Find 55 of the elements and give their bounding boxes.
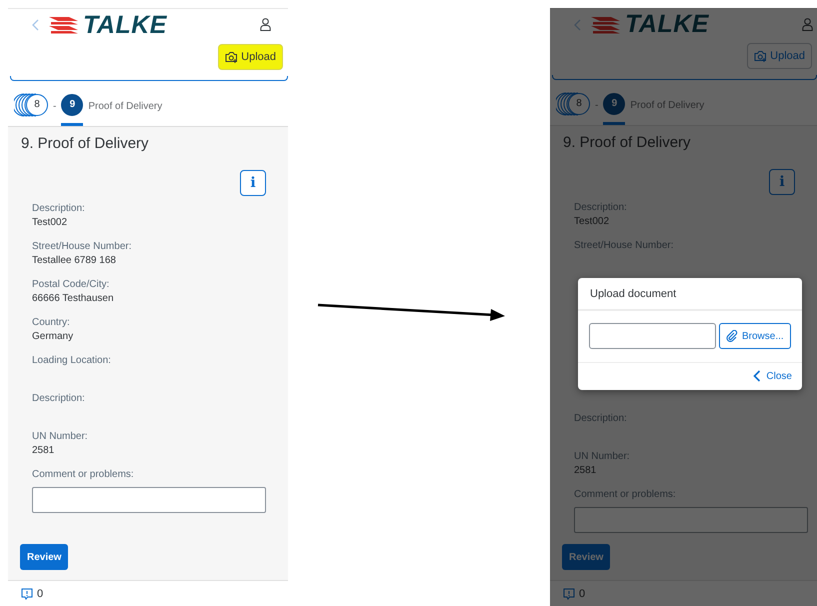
step-circle[interactable]: 8 — [26, 94, 48, 116]
field-label: Description: — [574, 201, 628, 214]
step-circle[interactable]: 8 — [568, 92, 590, 115]
field-value: 2581 — [574, 464, 598, 478]
stacked-steps-icon — [556, 92, 578, 116]
feedback-count: 0 — [37, 588, 44, 600]
chevron-left-icon — [753, 370, 762, 382]
field-value: Test002 — [32, 216, 68, 229]
file-input[interactable] — [589, 323, 716, 350]
field-label: Loading Location: — [32, 354, 112, 367]
step-separator: - — [595, 100, 598, 111]
field-label: Description: — [574, 412, 628, 426]
company-logo: TALKE — [49, 12, 167, 38]
field-label: Comment or problems: — [574, 488, 677, 502]
field-label: Postal Code/City: — [32, 278, 110, 291]
logo-mark-icon — [49, 15, 79, 35]
browse-button[interactable]: Browse... — [719, 323, 791, 350]
step-separator: - — [53, 100, 56, 112]
step-circle[interactable]: 9 — [61, 94, 84, 116]
review-button[interactable]: Review — [20, 544, 68, 570]
back-chevron-icon[interactable] — [32, 19, 39, 31]
upload-camera-icon — [754, 50, 768, 62]
stacked-steps-icon — [14, 92, 36, 116]
user-icon[interactable] — [260, 18, 271, 31]
feedback-count: 0 — [579, 588, 586, 600]
comment-input[interactable] — [32, 487, 266, 513]
field-value: 2581 — [32, 444, 56, 457]
field-value: Germany — [32, 330, 74, 343]
field-label: Description: — [32, 392, 86, 405]
field-label: UN Number: — [32, 430, 89, 443]
step-circle[interactable]: 9 — [603, 92, 626, 115]
logo-mark-icon — [591, 14, 621, 35]
field-value: 66666 Testhausen — [32, 292, 115, 305]
field-value: Testallee 6789 168 — [32, 254, 117, 267]
field-label: Comment or problems: — [32, 468, 135, 481]
page-title: 9. Proof of Delivery — [563, 134, 692, 152]
field-label: UN Number: — [574, 450, 631, 464]
info-button[interactable]: i — [240, 170, 266, 196]
step-label: Proof of Delivery — [88, 100, 162, 112]
dialog-title: Upload document — [578, 278, 802, 312]
upload-button[interactable]: Upload — [218, 44, 283, 70]
field-label: Country: — [32, 316, 71, 329]
field-label: Description: — [32, 202, 86, 215]
field-label: Street/House Number: — [574, 239, 674, 252]
step-label: Proof of Delivery — [630, 100, 704, 111]
field-value: Test002 — [574, 215, 610, 228]
feedback-icon[interactable] — [563, 588, 575, 600]
company-logo: TALKE — [591, 12, 709, 38]
upload-camera-icon — [225, 51, 238, 63]
page-title: 9. Proof of Delivery — [21, 135, 150, 152]
feedback-icon[interactable] — [21, 588, 33, 600]
paperclip-icon — [726, 330, 738, 342]
comment-input[interactable] — [574, 507, 808, 534]
field-label: Street/House Number: — [32, 240, 132, 253]
close-button[interactable]: Close — [753, 370, 792, 382]
